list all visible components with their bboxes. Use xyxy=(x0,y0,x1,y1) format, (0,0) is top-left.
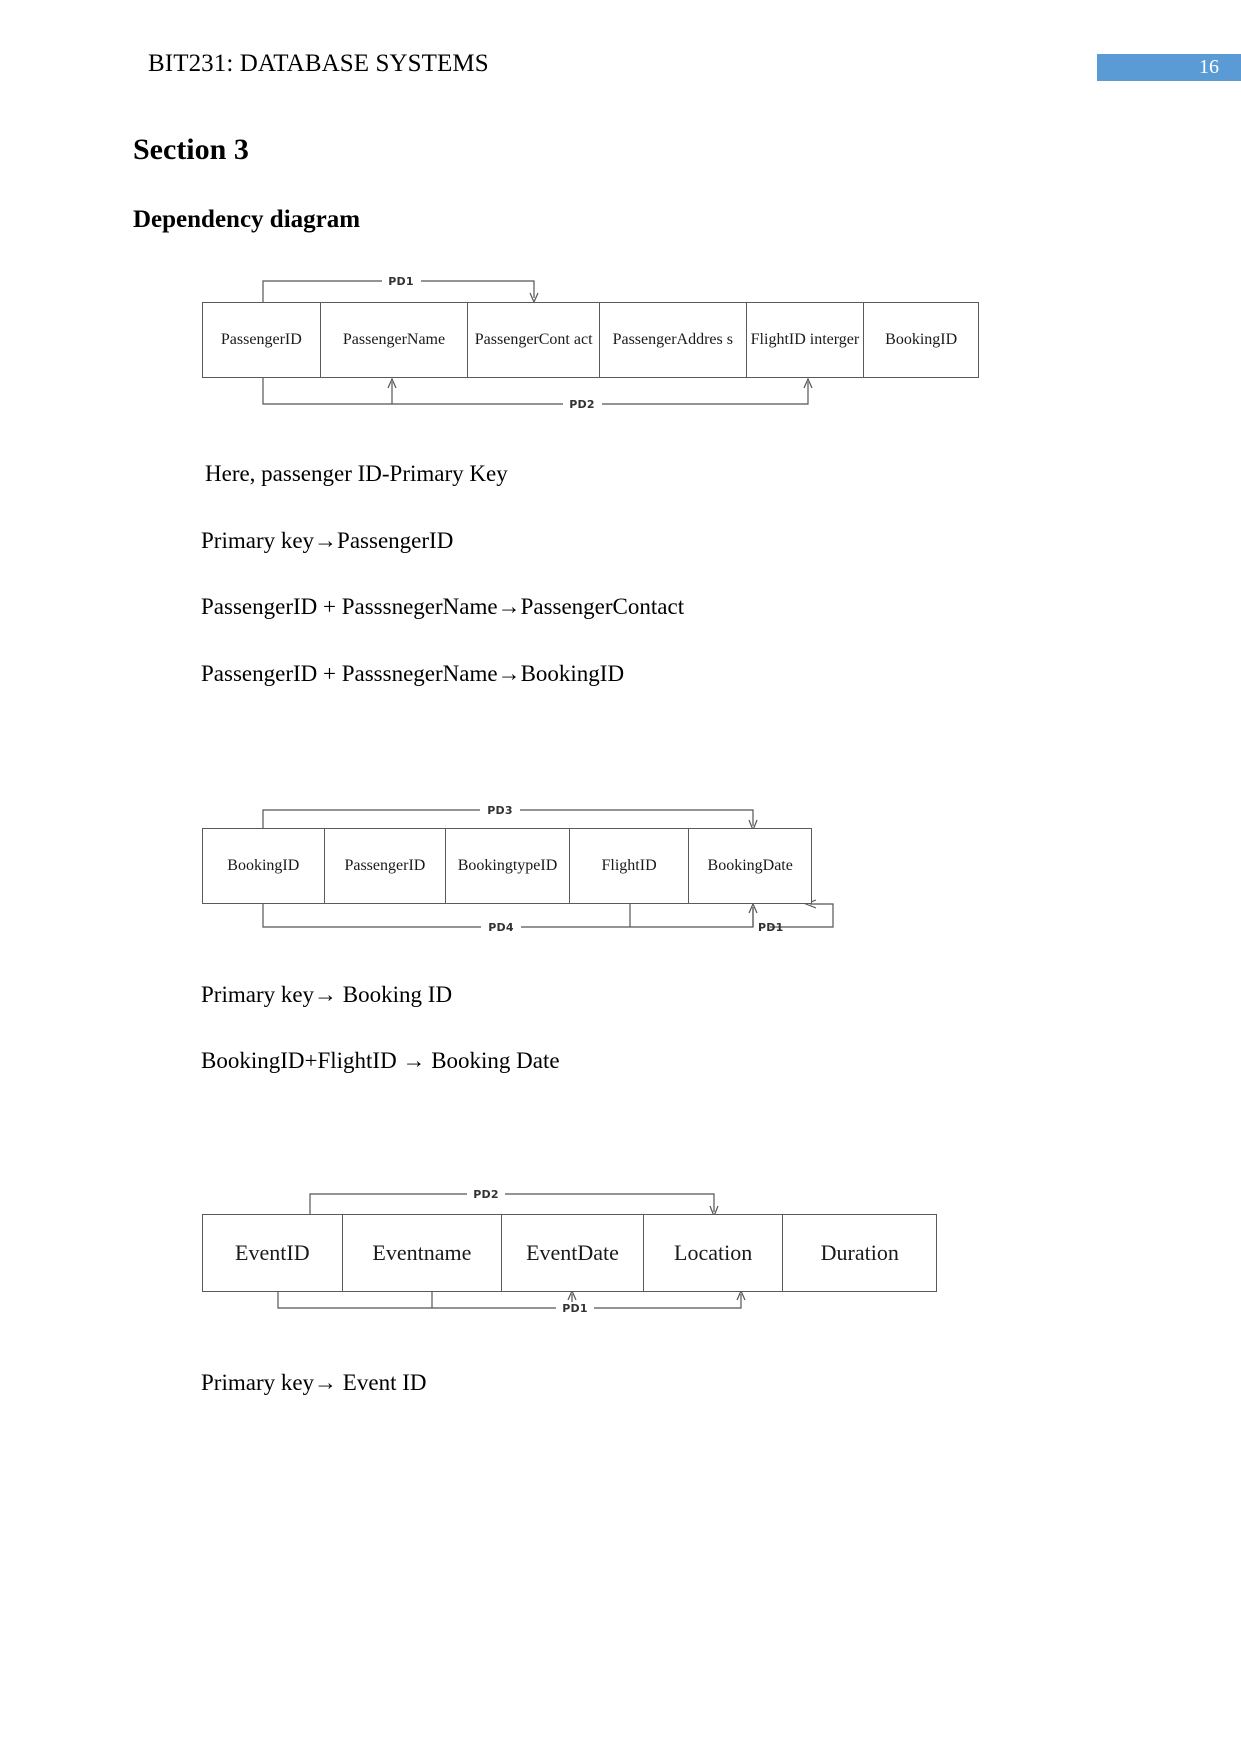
dep-cell-duration: Duration xyxy=(820,1240,899,1266)
dependency-arrow-pd1-c: PD1 xyxy=(277,1289,746,1315)
note-3-primary-key: Primary key→ Event ID xyxy=(201,1370,427,1395)
dep-cell-eventdate: EventDate xyxy=(502,1215,644,1291)
dep-cell-location: Location xyxy=(644,1215,784,1291)
dependency-table-3: EventID Eventname EventDate Location Dur… xyxy=(202,1214,937,1292)
pd-label-pd1-c: PD1 xyxy=(562,1302,587,1315)
dependency-arrow-pd2-c: PD2 xyxy=(309,1188,719,1218)
dep-cell-eventname: Eventname xyxy=(343,1215,503,1291)
pd-label-pd2-c: PD2 xyxy=(473,1188,498,1201)
dependency-arrows-3: PD2 PD1 xyxy=(277,1188,746,1315)
document-page: BIT231: DATABASE SYSTEMS 16 Section 3 De… xyxy=(0,0,1241,1754)
dep-cell-eventid: EventID xyxy=(203,1215,343,1291)
